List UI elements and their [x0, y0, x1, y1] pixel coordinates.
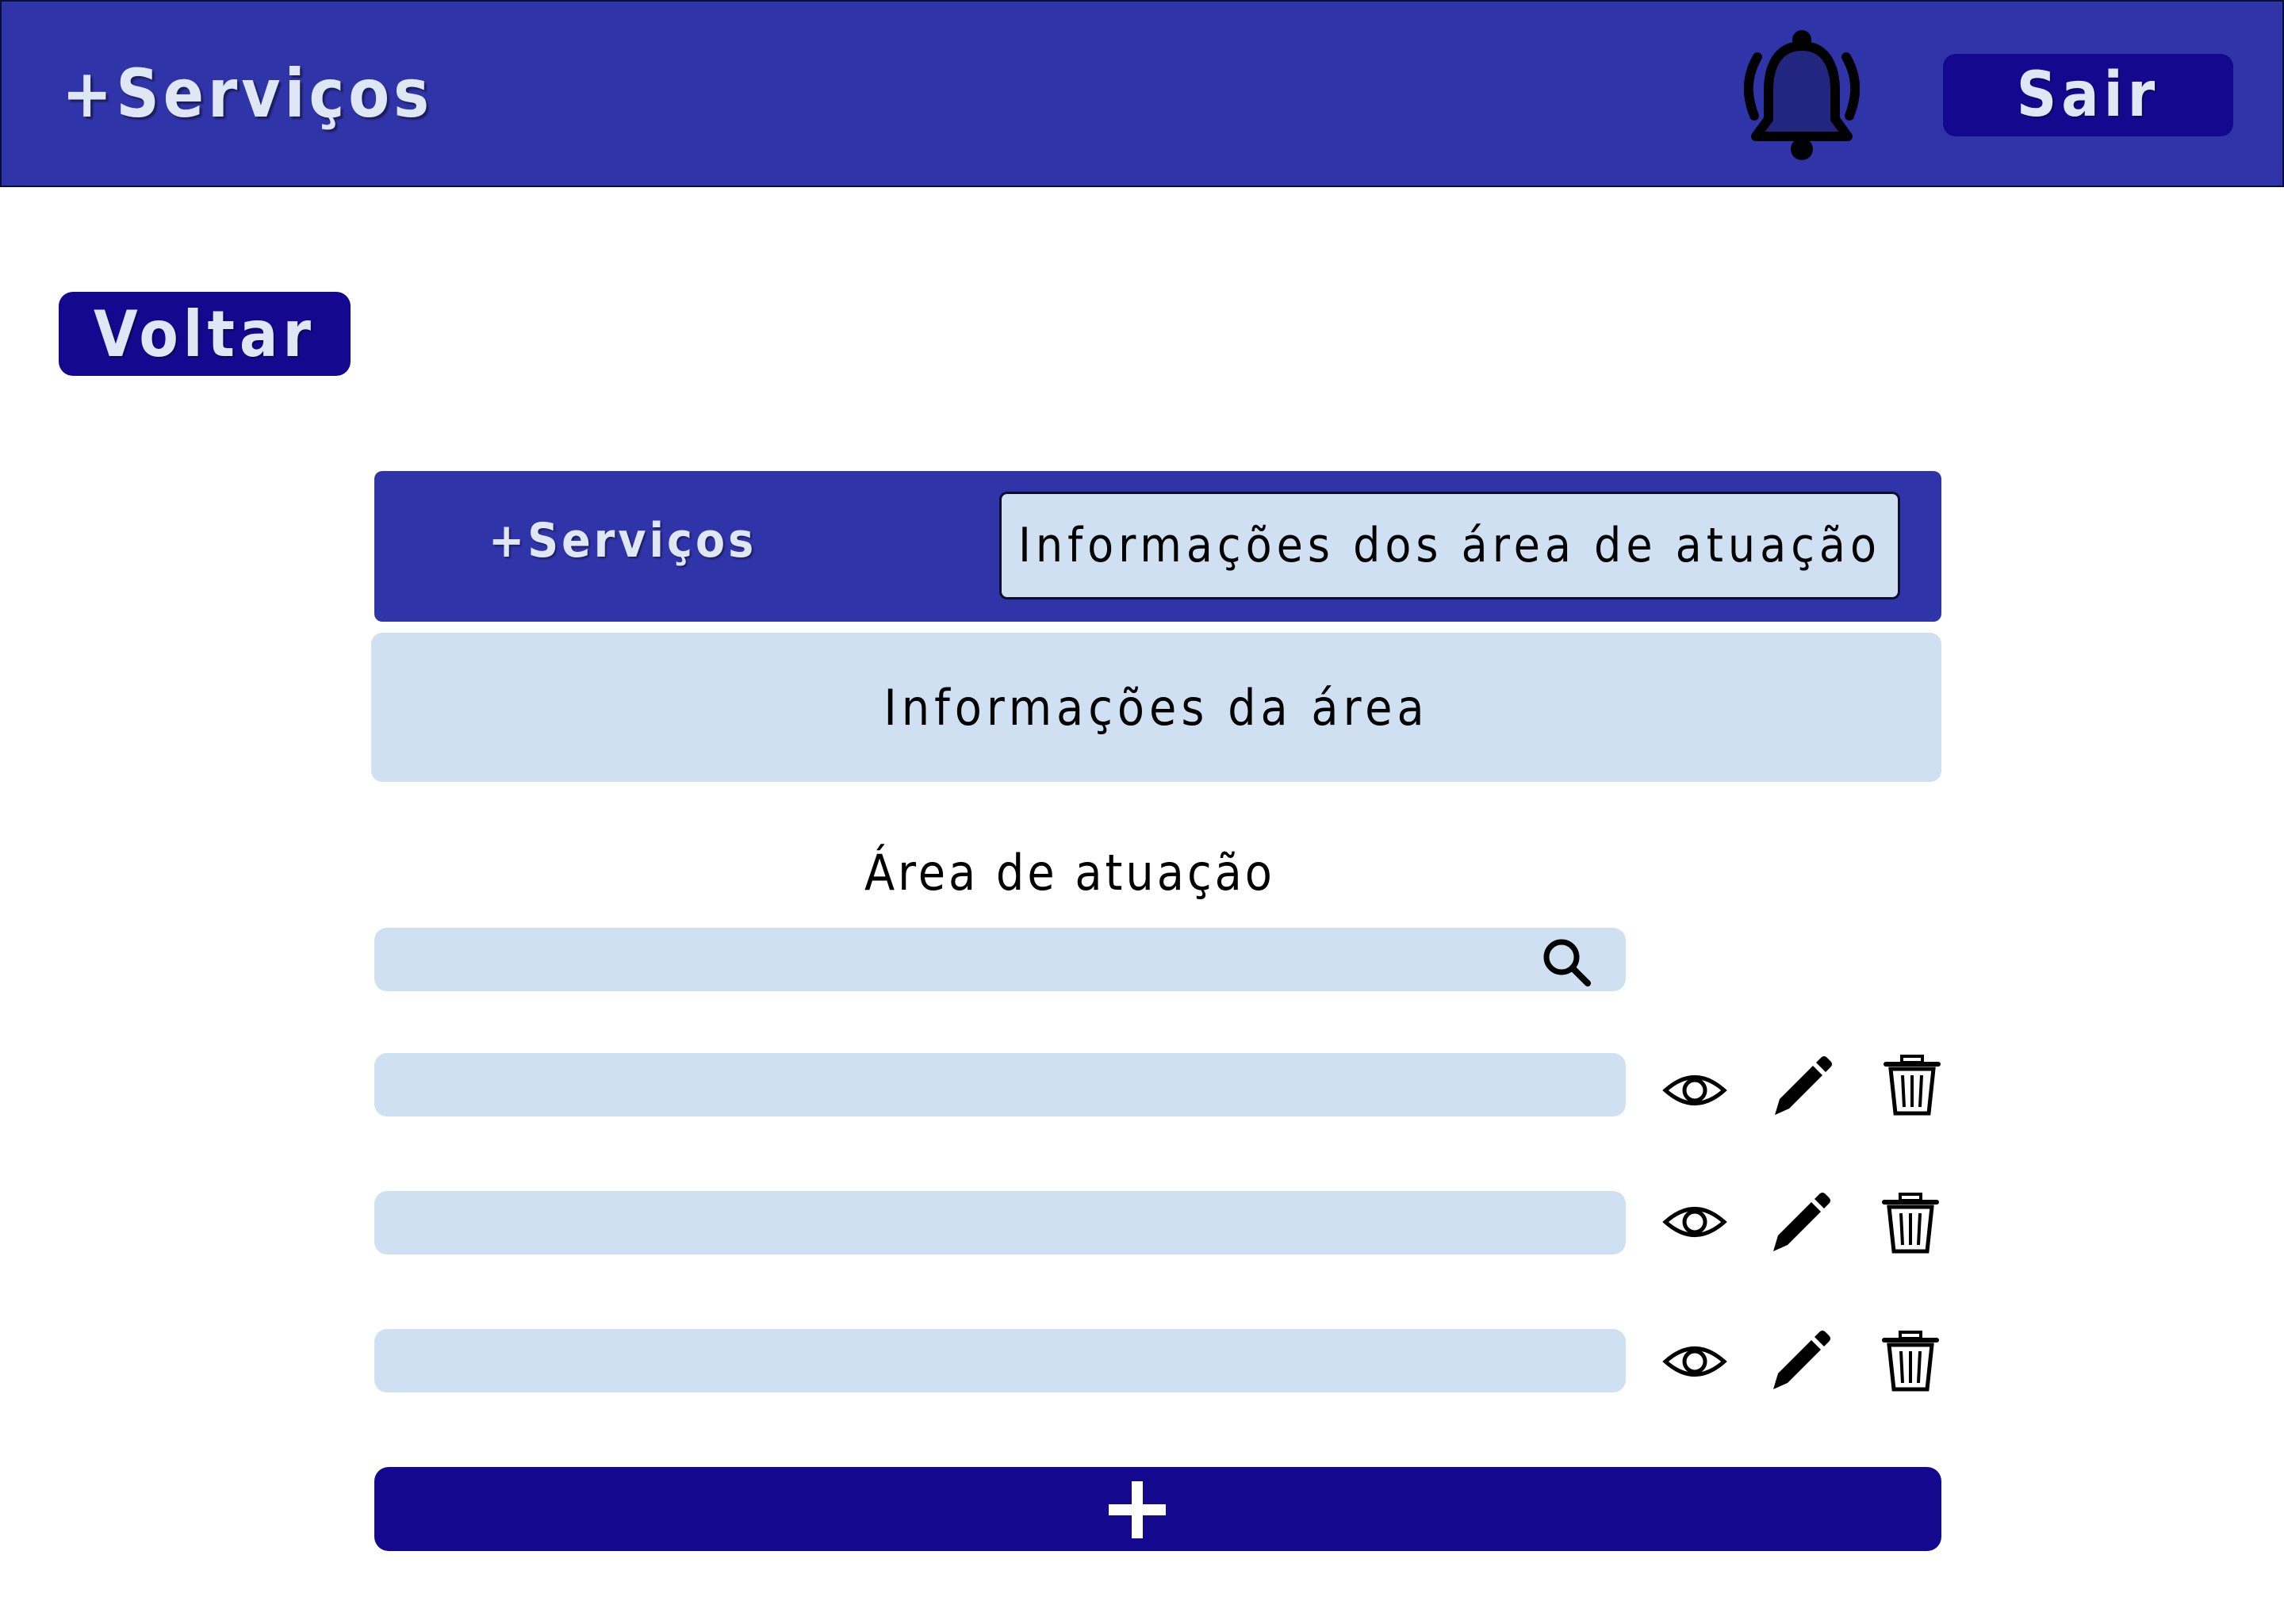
trash-icon[interactable] — [1876, 1189, 1945, 1258]
back-button[interactable]: Voltar — [59, 292, 351, 376]
section-title: Informações da área — [371, 633, 1941, 782]
search-icon[interactable] — [1540, 936, 1592, 988]
eye-icon[interactable] — [1661, 1327, 1729, 1396]
trash-icon[interactable] — [1878, 1051, 1946, 1120]
pencil-icon[interactable] — [1765, 1326, 1834, 1394]
app-brand[interactable]: +Serviços — [62, 54, 433, 133]
list-item-field[interactable] — [374, 1329, 1626, 1392]
bell-ringing-icon[interactable] — [1730, 22, 1873, 165]
pencil-icon[interactable] — [1765, 1188, 1834, 1256]
panel-brand-tab[interactable]: +Serviços — [489, 509, 757, 573]
plus-icon — [1109, 1481, 1166, 1538]
pencil-icon[interactable] — [1767, 1051, 1835, 1120]
list-item-field[interactable] — [374, 1191, 1626, 1254]
tab-area-info[interactable]: Informações dos área de atuação — [999, 492, 1900, 599]
top-header: +Serviços Sair — [0, 0, 2284, 187]
field-label-area: Área de atuação — [864, 844, 1275, 902]
eye-icon[interactable] — [1661, 1188, 1729, 1256]
eye-icon[interactable] — [1661, 1056, 1729, 1124]
list-item-field[interactable] — [374, 1053, 1626, 1116]
search-input[interactable] — [374, 928, 1626, 991]
trash-icon[interactable] — [1876, 1327, 1945, 1396]
add-area-button[interactable] — [374, 1467, 1941, 1551]
panel-tab-bar: +Serviços Informações dos área de atuaçã… — [374, 471, 1941, 622]
logout-button[interactable]: Sair — [1943, 54, 2233, 136]
